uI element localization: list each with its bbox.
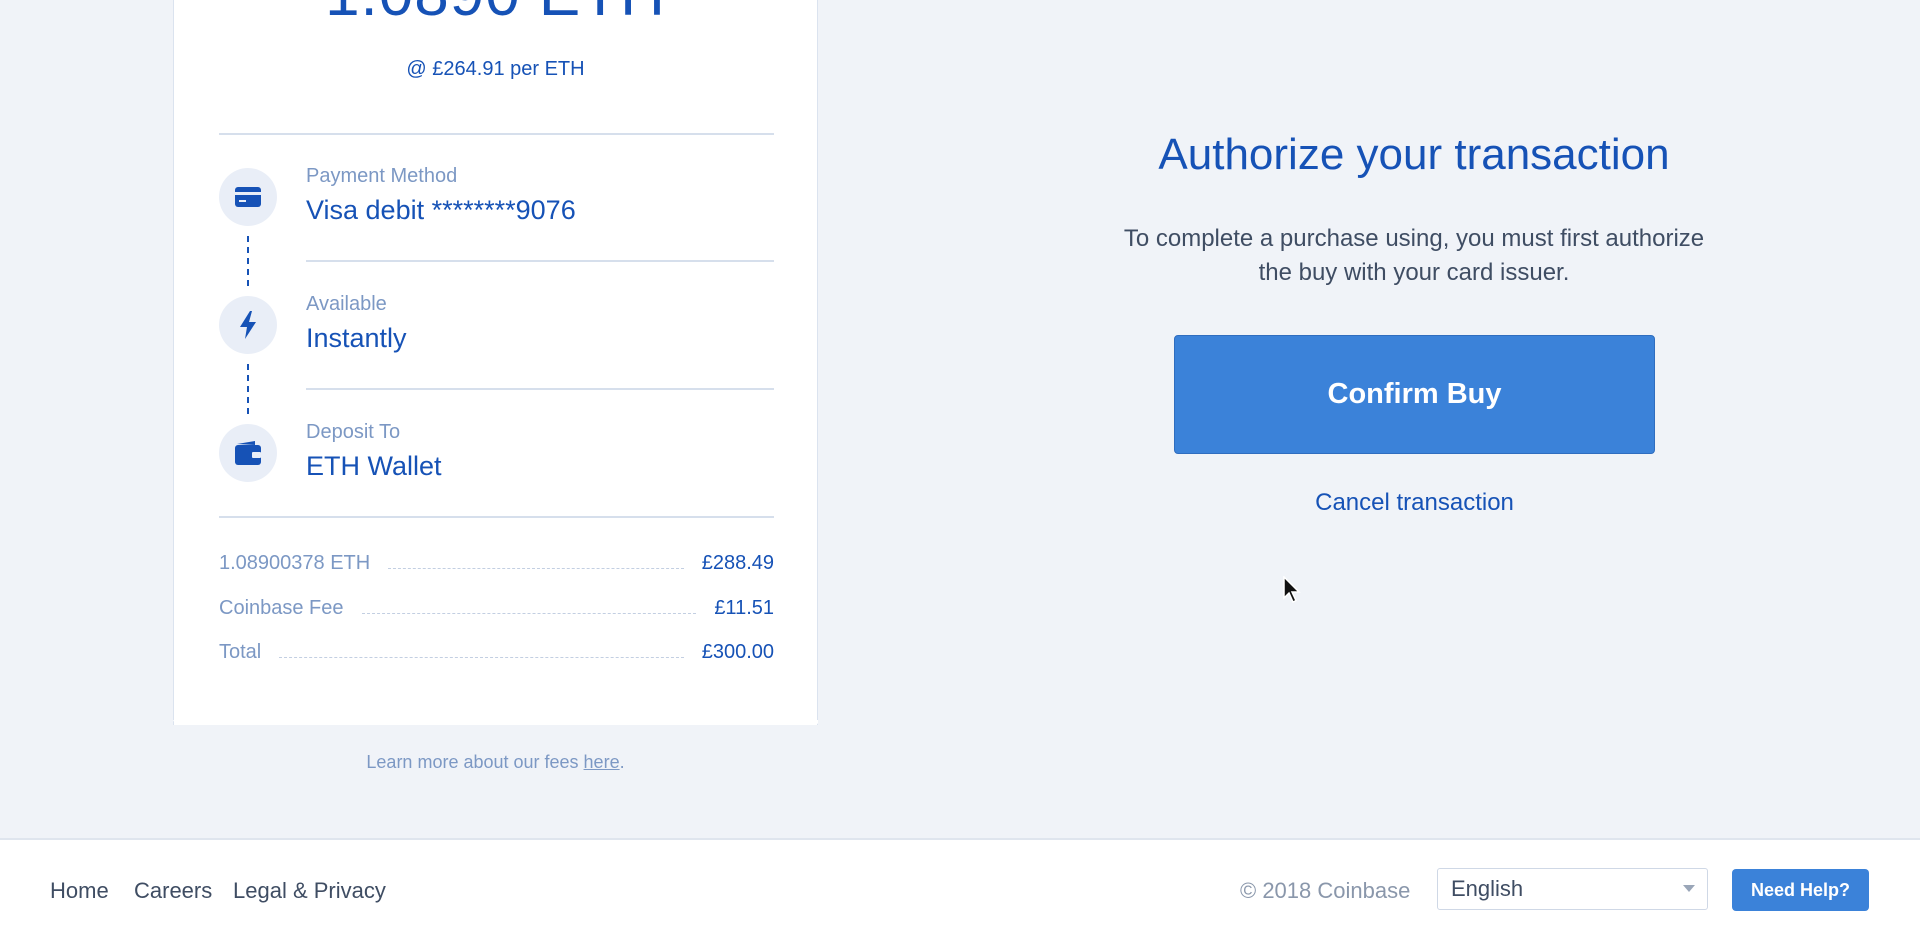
mouse-cursor-icon: [1283, 576, 1301, 604]
purchase-amount: 1.0890 ETH: [174, 0, 817, 30]
line-item-value: £288.49: [701, 551, 774, 574]
footer-link-careers[interactable]: Careers: [134, 878, 212, 904]
line-item-total: Total £300.00: [219, 639, 774, 665]
payment-method-label: Payment Method: [306, 165, 458, 187]
chevron-down-icon: [1683, 885, 1695, 892]
dotted-leader: [361, 612, 697, 614]
receipt-card: 1.0890 ETH @ £264.91 per ETH Payment Met…: [173, 0, 818, 725]
line-item-label: Coinbase Fee: [219, 596, 344, 619]
fees-note: Learn more about our fees here.: [173, 752, 818, 773]
dotted-leader: [279, 656, 684, 658]
language-select[interactable]: English: [1437, 868, 1708, 910]
divider: [219, 133, 774, 135]
copyright-text: © 2018 Coinbase: [1240, 878, 1411, 903]
confirm-buy-button[interactable]: Confirm Buy: [1174, 335, 1655, 454]
line-item-eth: 1.08900378 ETH £288.49: [219, 550, 774, 576]
footer-link-legal-privacy[interactable]: Legal & Privacy: [233, 878, 386, 904]
line-item-fee: Coinbase Fee £11.51: [219, 595, 774, 621]
cancel-transaction-link[interactable]: Cancel transaction: [1174, 489, 1655, 517]
available-value: Instantly: [306, 323, 407, 353]
credit-card-icon: [219, 168, 277, 226]
footer-link-home[interactable]: Home: [50, 878, 109, 904]
authorize-title: Authorize your transaction: [1158, 130, 1670, 179]
step-connector: [247, 364, 249, 414]
footer: Home Careers Legal & Privacy © 2018 Coin…: [0, 838, 1920, 938]
step-connector: [247, 236, 249, 286]
exchange-rate: @ £264.91 per ETH: [406, 58, 585, 80]
divider: [306, 260, 774, 262]
line-item-value: £300.00: [701, 640, 774, 663]
language-select-value: English: [1451, 876, 1524, 901]
authorize-description: To complete a purchase using, you must f…: [1123, 225, 1705, 286]
deposit-to-label: Deposit To: [306, 421, 401, 443]
fees-here-link[interactable]: here: [584, 752, 620, 772]
wallet-icon: [219, 424, 277, 482]
line-item-label: Total: [219, 640, 262, 663]
receipt-torn-edge: [173, 720, 818, 732]
lightning-icon: [219, 296, 277, 354]
divider: [219, 516, 774, 518]
available-label: Available: [306, 293, 387, 315]
deposit-to-value: ETH Wallet: [306, 451, 442, 481]
fees-note-text: Learn more about our fees: [366, 752, 584, 772]
line-item-label: 1.08900378 ETH: [219, 551, 371, 574]
payment-method-value: Visa debit ********9076: [306, 195, 576, 225]
divider: [306, 388, 774, 390]
need-help-button[interactable]: Need Help?: [1732, 869, 1869, 911]
line-item-value: £11.51: [714, 596, 774, 619]
dotted-leader: [388, 567, 684, 569]
fees-note-suffix: .: [619, 752, 625, 772]
